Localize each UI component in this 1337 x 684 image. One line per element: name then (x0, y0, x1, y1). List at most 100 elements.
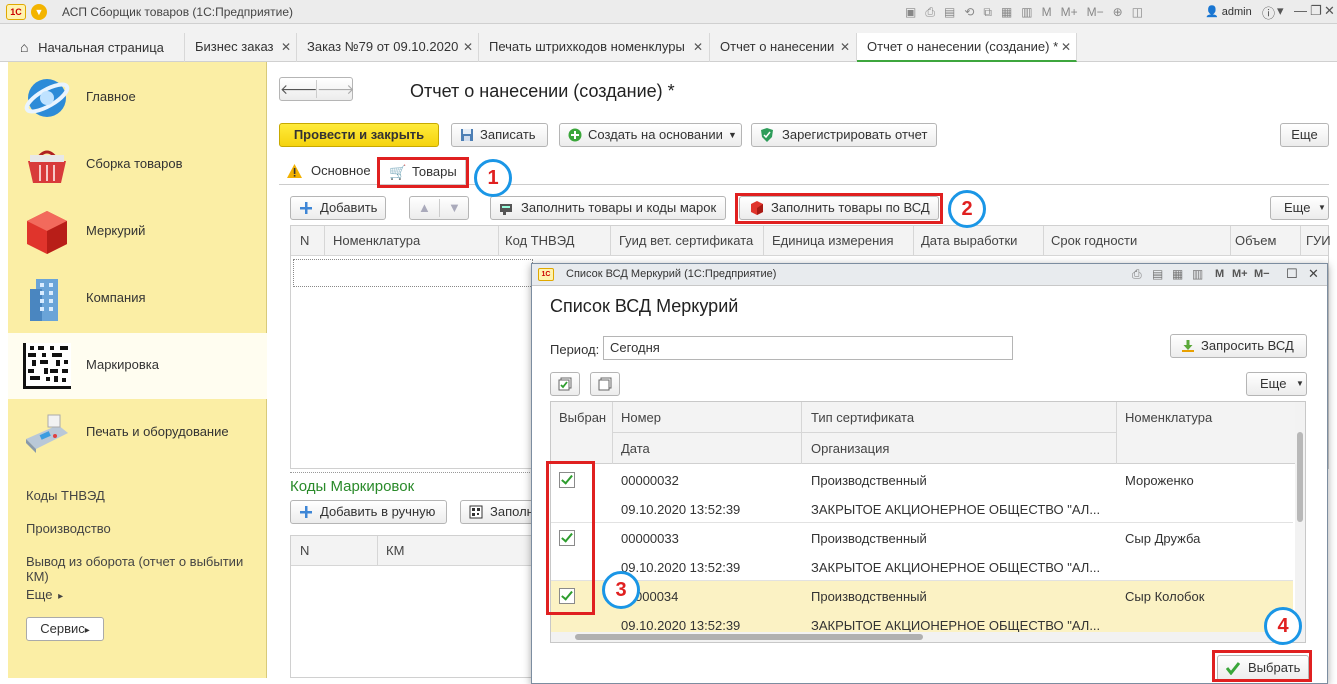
tab-label: Основное (311, 163, 371, 178)
column-header[interactable]: Организация (811, 441, 889, 456)
m-minus-icon[interactable]: M− (1254, 268, 1270, 280)
arrow-up-icon[interactable]: ▲ (418, 197, 431, 219)
fill-goods-and-codes-button[interactable]: Заполнить товары и коды марок (490, 196, 726, 220)
fill-codes-button[interactable]: Заполн (460, 500, 540, 524)
chevron-down-icon[interactable]: ▾ (1277, 3, 1284, 19)
table-row[interactable] (293, 259, 533, 287)
arrow-right-icon[interactable]: 🡒 (317, 78, 355, 100)
user-name[interactable]: 👤 admin (1205, 5, 1252, 18)
tab-application-report[interactable]: Отчет о нанесении ✕ (710, 33, 857, 62)
sidebar-link-more[interactable]: Еще ▸ (26, 587, 63, 602)
column-header[interactable]: Номер (621, 410, 661, 425)
calendar-icon[interactable]: ▥ (1192, 267, 1203, 281)
column-header[interactable]: Единица измерения (772, 233, 894, 248)
column-header[interactable]: N (300, 543, 309, 558)
list-icon[interactable]: ▤ (1152, 267, 1163, 281)
sidebar-item-printing[interactable]: Печать и оборудование (8, 400, 267, 466)
more-button[interactable]: Еще (1280, 123, 1329, 147)
column-header[interactable]: Объем (1235, 233, 1276, 248)
calendar-icon[interactable]: ▥ (1021, 5, 1032, 20)
tab-print-barcodes[interactable]: Печать штрихкодов номенклуры ✕ (479, 33, 710, 62)
tab-label: Печать штрихкодов номенклуры (489, 39, 685, 54)
sidebar-item-marking[interactable]: Маркировка (8, 333, 267, 399)
close-icon[interactable]: ✕ (1324, 3, 1335, 19)
table-row[interactable]: 00000032 09.10.2020 13:52:39 Производств… (551, 465, 1293, 523)
column-header[interactable]: Дата (621, 441, 650, 456)
save-button[interactable]: Записать (451, 123, 548, 147)
m-plus-icon[interactable]: M+ (1232, 268, 1248, 280)
sidebar-link-withdrawal[interactable]: Вывод из оборота (отчет о выбытии КМ) (26, 554, 266, 584)
tab-order-79[interactable]: Заказ №79 от 09.10.2020 ✕ (297, 33, 479, 62)
close-icon[interactable]: ✕ (281, 33, 291, 61)
zoom-icon[interactable]: ⊕ (1113, 5, 1123, 20)
link-icon[interactable]: ⧉ (983, 5, 992, 20)
sidebar-item-goods-assembly[interactable]: Сборка товаров (8, 132, 267, 198)
goods-table-header: N Номенклатура Код ТНВЭД Гуид вет. серти… (291, 226, 1331, 256)
register-report-button[interactable]: Зарегистрировать отчет (751, 123, 937, 147)
sidebar-item-main[interactable]: Главное (8, 65, 267, 131)
uncheck-all-button[interactable] (590, 372, 620, 396)
print-icon[interactable]: ⎙ (1132, 267, 1142, 282)
column-header[interactable]: Дата выработки (921, 233, 1017, 248)
m-icon[interactable]: M (1042, 5, 1052, 20)
sidebar-link-production[interactable]: Производство (26, 521, 111, 536)
scrollbar-thumb[interactable] (575, 634, 923, 640)
table-row[interactable]: 00000033 09.10.2020 13:52:39 Производств… (551, 523, 1293, 581)
restore-icon[interactable]: ❐ (1310, 3, 1322, 19)
minimize-icon[interactable]: — (1294, 3, 1307, 18)
tab-application-report-create[interactable]: Отчет о нанесении (создание) * ✕ (857, 33, 1077, 62)
column-header[interactable]: Номенклатура (1125, 410, 1212, 425)
calculator-icon[interactable]: ▦ (1172, 267, 1183, 281)
sidebar-item-mercury[interactable]: Меркурий (8, 199, 267, 265)
post-and-close-button[interactable]: Провести и закрыть (279, 123, 439, 147)
column-header[interactable]: Тип сертификата (811, 410, 914, 425)
column-header[interactable]: Выбран (559, 410, 606, 425)
close-icon[interactable]: ✕ (693, 33, 703, 61)
sidebar-link-tnved[interactable]: Коды ТНВЭД (26, 488, 105, 503)
table-row-selected[interactable]: 000034 09.10.2020 13:52:39 Производствен… (551, 581, 1293, 639)
arrow-down-icon[interactable]: ▼ (448, 197, 461, 219)
column-header[interactable]: N (300, 233, 309, 248)
goods-more-button[interactable]: Еще ▼ (1270, 196, 1329, 220)
restore-icon[interactable]: ☐ (1286, 266, 1298, 282)
column-header[interactable]: ГУИ (1306, 233, 1331, 248)
horizontal-scrollbar[interactable] (551, 632, 1295, 642)
dialog-window-title: Список ВСД Меркурий (1С:Предприятие) (566, 268, 777, 280)
column-header[interactable]: Срок годности (1051, 233, 1137, 248)
close-icon[interactable]: ✕ (463, 33, 473, 61)
tab-home[interactable]: ⌂ Начальная страница (8, 33, 185, 62)
column-header[interactable]: Гуид вет. сертификата (619, 233, 753, 248)
sidebar-item-company[interactable]: Компания (8, 266, 267, 332)
m-minus-icon[interactable]: M− (1087, 5, 1104, 20)
tab-business-order[interactable]: Бизнес заказ ✕ (185, 33, 297, 62)
vertical-scrollbar[interactable] (1295, 402, 1305, 642)
column-header[interactable]: Номенклатура (333, 233, 420, 248)
m-icon[interactable]: M (1215, 268, 1224, 280)
request-vsd-button[interactable]: Запросить ВСД (1170, 334, 1307, 358)
dialog-more-button[interactable]: Еще ▼ (1246, 372, 1307, 396)
add-manual-button[interactable]: Добавить в ручную (290, 500, 447, 524)
history-icon[interactable]: ⟲ (964, 5, 974, 20)
close-icon[interactable]: ✕ (1061, 33, 1071, 61)
move-buttons: ▲ ▼ (409, 196, 469, 220)
info-icon[interactable]: ⓘ (1262, 3, 1275, 22)
period-input[interactable]: Сегодня ... (603, 336, 1080, 433)
m-plus-icon[interactable]: M+ (1061, 5, 1078, 20)
save-icon[interactable]: ▣ (905, 5, 916, 20)
create-based-on-button[interactable]: Создать на основании ▼ (559, 123, 742, 147)
main-menu-icon[interactable]: ▼ (31, 4, 47, 20)
scrollbar-thumb[interactable] (1297, 432, 1303, 522)
preview-icon[interactable]: ▤ (944, 5, 955, 20)
panels-icon[interactable]: ◫ (1132, 5, 1143, 20)
calculator-icon[interactable]: ▦ (1001, 5, 1012, 20)
tab-main[interactable]: Основное (279, 159, 376, 185)
print-icon[interactable]: ⎙ (925, 5, 935, 20)
service-button[interactable]: Сервис▸ (26, 617, 104, 641)
close-icon[interactable]: ✕ (1308, 266, 1319, 282)
add-button[interactable]: Добавить (290, 196, 386, 220)
column-header[interactable]: КМ (386, 543, 404, 558)
column-header[interactable]: Код ТНВЭД (505, 233, 574, 248)
arrow-left-icon[interactable]: 🡐 (280, 78, 318, 100)
close-icon[interactable]: ✕ (840, 33, 850, 61)
check-all-button[interactable] (550, 372, 580, 396)
